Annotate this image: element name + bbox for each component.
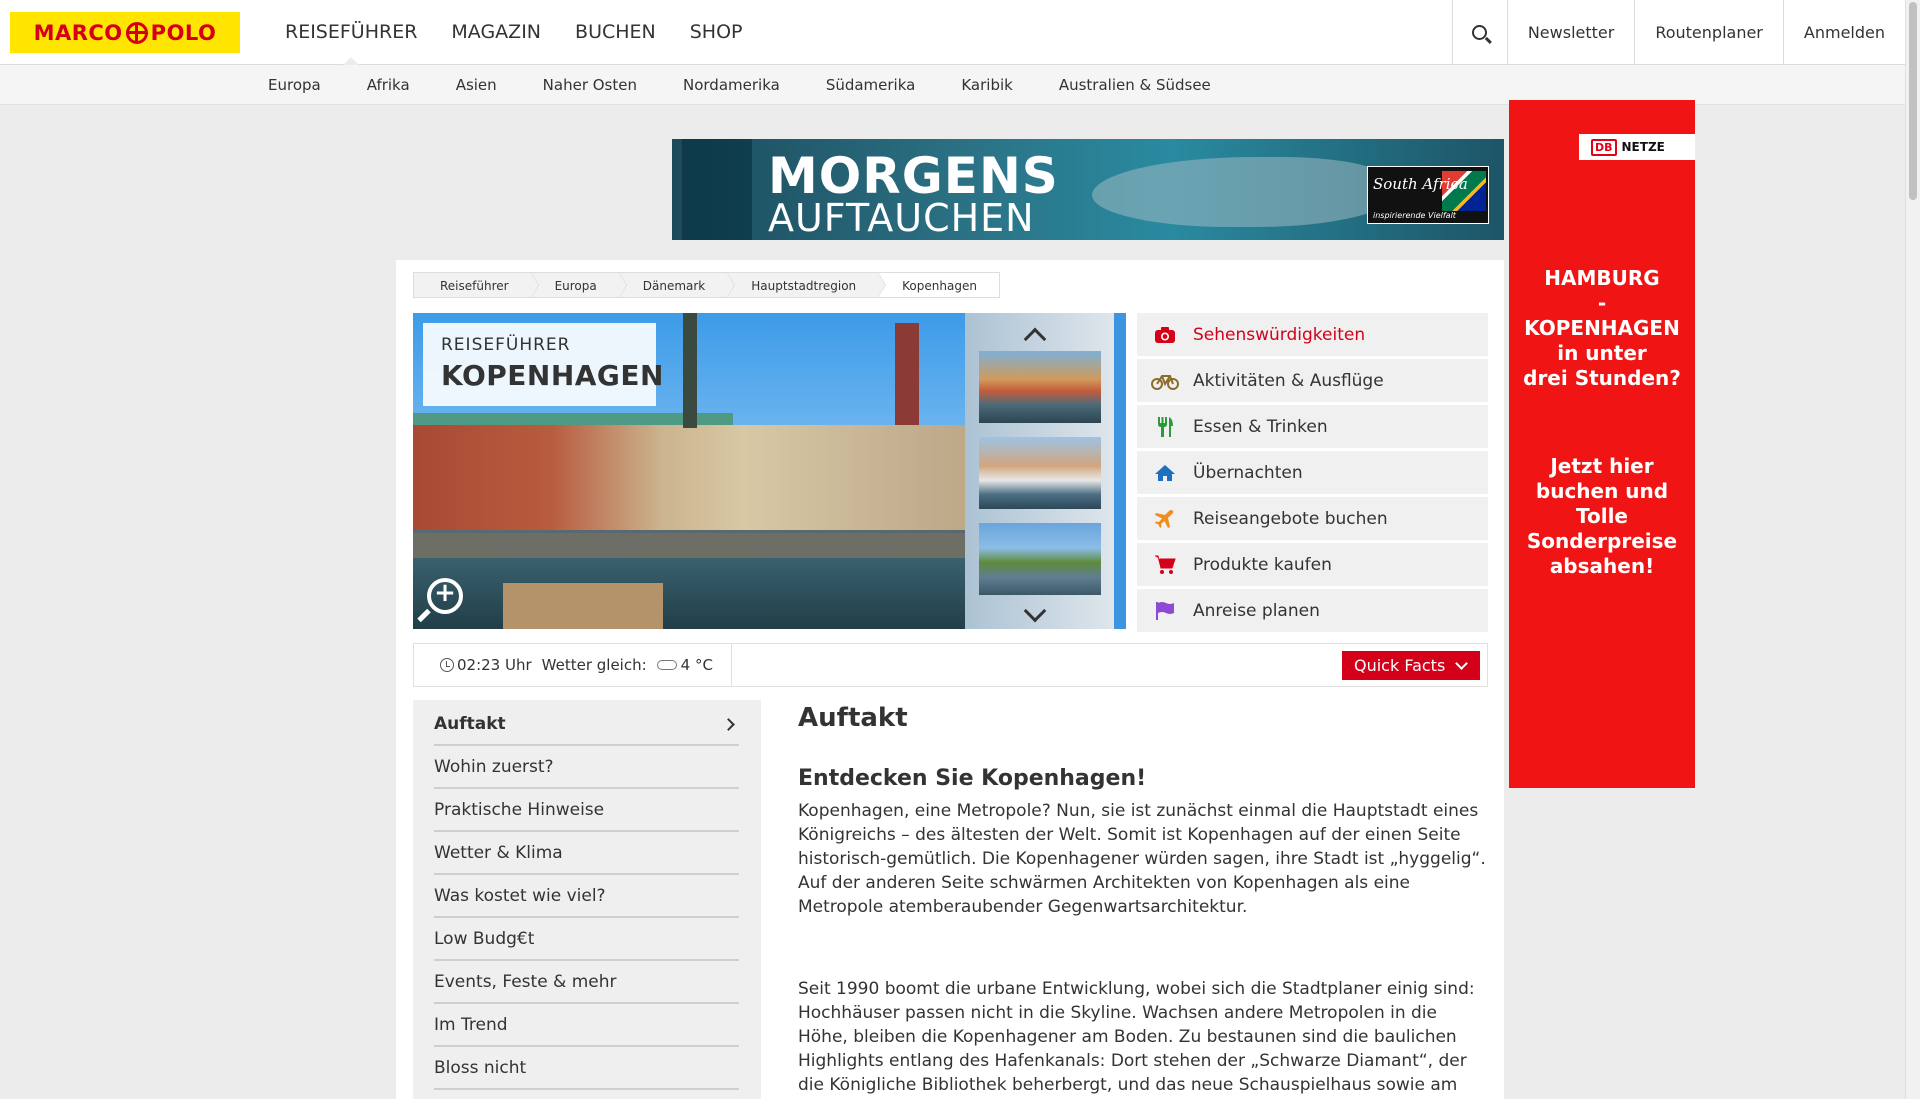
chapter-item[interactable]: Bloss nicht: [434, 1047, 739, 1090]
sa-tagline: inspirierende Vielfalt: [1373, 211, 1456, 220]
subnav-naher-osten[interactable]: Naher Osten: [543, 65, 637, 105]
chapter-item[interactable]: Im Trend: [434, 1004, 739, 1047]
side-ad[interactable]: DB NETZE HAMBURG - KOPENHAGEN in unter d…: [1509, 100, 1695, 788]
nav-reisefuehrer[interactable]: REISEFÜHRER: [268, 0, 434, 65]
temperature: 4 °C: [680, 656, 713, 674]
utility-nav: Newsletter Routenplaner Anmelden: [1451, 0, 1905, 64]
chapter-item[interactable]: Was kostet wie viel?: [434, 875, 739, 918]
clock-icon: [440, 658, 454, 672]
zoom-in-icon[interactable]: [427, 578, 463, 614]
subnav-suedamerika[interactable]: Südamerika: [826, 65, 916, 105]
topic-essen[interactable]: Essen & Trinken: [1137, 405, 1488, 448]
chapter-item[interactable]: Wohin zuerst?: [434, 746, 739, 789]
topic-sehenswuerdigkeiten[interactable]: Sehenswürdigkeiten: [1137, 313, 1488, 356]
breadcrumb-item[interactable]: Dänemark: [618, 272, 735, 298]
main-nav: REISEFÜHRER MAGAZIN BUCHEN SHOP: [268, 0, 760, 65]
thumbnail[interactable]: [979, 351, 1101, 423]
logo-text-right: POLO: [150, 20, 217, 45]
topic-produkte[interactable]: Produkte kaufen: [1137, 543, 1488, 586]
region-subnav: Europa Afrika Asien Naher Osten Nordamer…: [0, 65, 1905, 105]
breadcrumb-item[interactable]: Reiseführer: [413, 272, 539, 298]
topic-menu: Sehenswürdigkeiten Aktivitäten & Ausflüg…: [1137, 313, 1488, 635]
banner-line2: AUFTAUCHEN: [768, 196, 1035, 240]
hero-title: KOPENHAGEN: [441, 359, 664, 392]
shark-image: [1092, 157, 1392, 227]
hero-kicker: REISEFÜHRER: [441, 335, 571, 355]
globe-icon: [125, 21, 148, 44]
subnav-australien[interactable]: Australien & Südsee: [1059, 65, 1211, 105]
topic-anreise[interactable]: Anreise planen: [1137, 589, 1488, 632]
south-africa-logo: South Africa inspirierende Vielfalt: [1367, 166, 1489, 224]
newsletter-link[interactable]: Newsletter: [1506, 0, 1635, 64]
breadcrumb-item[interactable]: Europa: [530, 272, 627, 298]
bicycle-icon: [1151, 370, 1179, 392]
chevron-down-icon: [1455, 656, 1469, 670]
plane-icon: [1151, 508, 1179, 530]
chapter-item[interactable]: Wetter & Klima: [434, 832, 739, 875]
breadcrumb-item[interactable]: Hauptstadtregion: [727, 272, 887, 298]
hero-title-box: REISEFÜHRER KOPENHAGEN: [423, 323, 664, 406]
quick-facts-button[interactable]: Quick Facts: [1342, 651, 1480, 680]
sa-brand: South Africa: [1373, 175, 1468, 193]
article-paragraph: Kopenhagen, eine Metropole? Nun, sie ist…: [798, 801, 1486, 917]
scrollbar-thumb[interactable]: [1909, 2, 1917, 200]
chapter-nav: Auftakt Wohin zuerst? Praktische Hinweis…: [413, 700, 761, 1099]
marco-polo-logo[interactable]: MARCO POLO: [10, 12, 240, 53]
article: Auftakt Entdecken Sie Kopenhagen! Kopenh…: [798, 700, 1488, 1097]
routenplaner-link[interactable]: Routenplaner: [1634, 0, 1783, 64]
ad-headline: HAMBURG - KOPENHAGEN in unter drei Stund…: [1523, 266, 1681, 390]
breadcrumb: Reiseführer Europa Dänemark Hauptstadtre…: [413, 272, 1000, 298]
chapter-auftakt[interactable]: Auftakt: [434, 703, 739, 746]
thumbnail[interactable]: [979, 437, 1101, 509]
local-time: 02:23 Uhr: [457, 656, 532, 674]
chapter-item[interactable]: Events, Feste & mehr: [434, 961, 739, 1004]
nav-magazin[interactable]: MAGAZIN: [434, 0, 558, 64]
topic-uebernachten[interactable]: Übernachten: [1137, 451, 1488, 494]
subnav-nordamerika[interactable]: Nordamerika: [683, 65, 780, 105]
banner-ad[interactable]: MORGENS AUFTAUCHEN South Africa inspirie…: [672, 139, 1504, 240]
nav-buchen[interactable]: BUCHEN: [558, 0, 673, 64]
time-weather: 02:23 Uhr Wetter gleich: 4 °C: [414, 644, 732, 686]
diver-image: [682, 139, 752, 240]
ad-cta: Jetzt hier buchen und Tolle Sonderpreise…: [1526, 454, 1678, 578]
db-mark: DB: [1591, 138, 1617, 156]
search-button[interactable]: [1451, 0, 1507, 64]
db-netze-logo: DB NETZE: [1579, 134, 1695, 160]
subnav-europa[interactable]: Europa: [268, 65, 321, 105]
cart-icon: [1151, 554, 1179, 576]
fork-knife-icon: [1151, 416, 1179, 438]
article-heading: Auftakt: [798, 703, 908, 733]
content-card: Reiseführer Europa Dänemark Hauptstadtre…: [396, 260, 1504, 1099]
topic-aktivitaeten[interactable]: Aktivitäten & Ausflüge: [1137, 359, 1488, 402]
db-netze-text: NETZE: [1621, 140, 1665, 154]
thumbnail-strip: [965, 313, 1126, 629]
article-subheading: Entdecken Sie Kopenhagen!: [798, 766, 1147, 791]
search-icon: [1472, 24, 1488, 40]
logo-text-left: MARCO: [33, 20, 123, 45]
chapter-item[interactable]: Praktische Hinweise: [434, 789, 739, 832]
topic-reiseangebote[interactable]: Reiseangebote buchen: [1137, 497, 1488, 540]
article-paragraph: Seit 1990 boomt die urbane Entwicklung, …: [798, 979, 1475, 1095]
house-icon: [1151, 462, 1179, 484]
breadcrumb-item[interactable]: Kopenhagen: [878, 272, 1000, 298]
chapter-item[interactable]: Low Budg€t: [434, 918, 739, 961]
subnav-karibik[interactable]: Karibik: [961, 65, 1012, 105]
top-navigation-bar: MARCO POLO REISEFÜHRER MAGAZIN BUCHEN SH…: [0, 0, 1905, 65]
info-bar: 02:23 Uhr Wetter gleich: 4 °C Quick Fact…: [413, 643, 1488, 687]
nav-shop[interactable]: SHOP: [673, 0, 760, 64]
chevron-right-icon: [722, 718, 735, 731]
weather-label: Wetter gleich:: [541, 656, 647, 674]
subnav-asien[interactable]: Asien: [456, 65, 497, 105]
anmelden-link[interactable]: Anmelden: [1782, 0, 1905, 64]
hero-image[interactable]: REISEFÜHRER KOPENHAGEN: [413, 313, 965, 629]
page-scrollbar[interactable]: [1905, 0, 1920, 1099]
flag-icon: [1151, 600, 1179, 622]
camera-icon: [1151, 324, 1179, 346]
thumbnail[interactable]: [979, 523, 1101, 595]
cloud-icon: [656, 660, 677, 670]
subnav-afrika[interactable]: Afrika: [367, 65, 410, 105]
